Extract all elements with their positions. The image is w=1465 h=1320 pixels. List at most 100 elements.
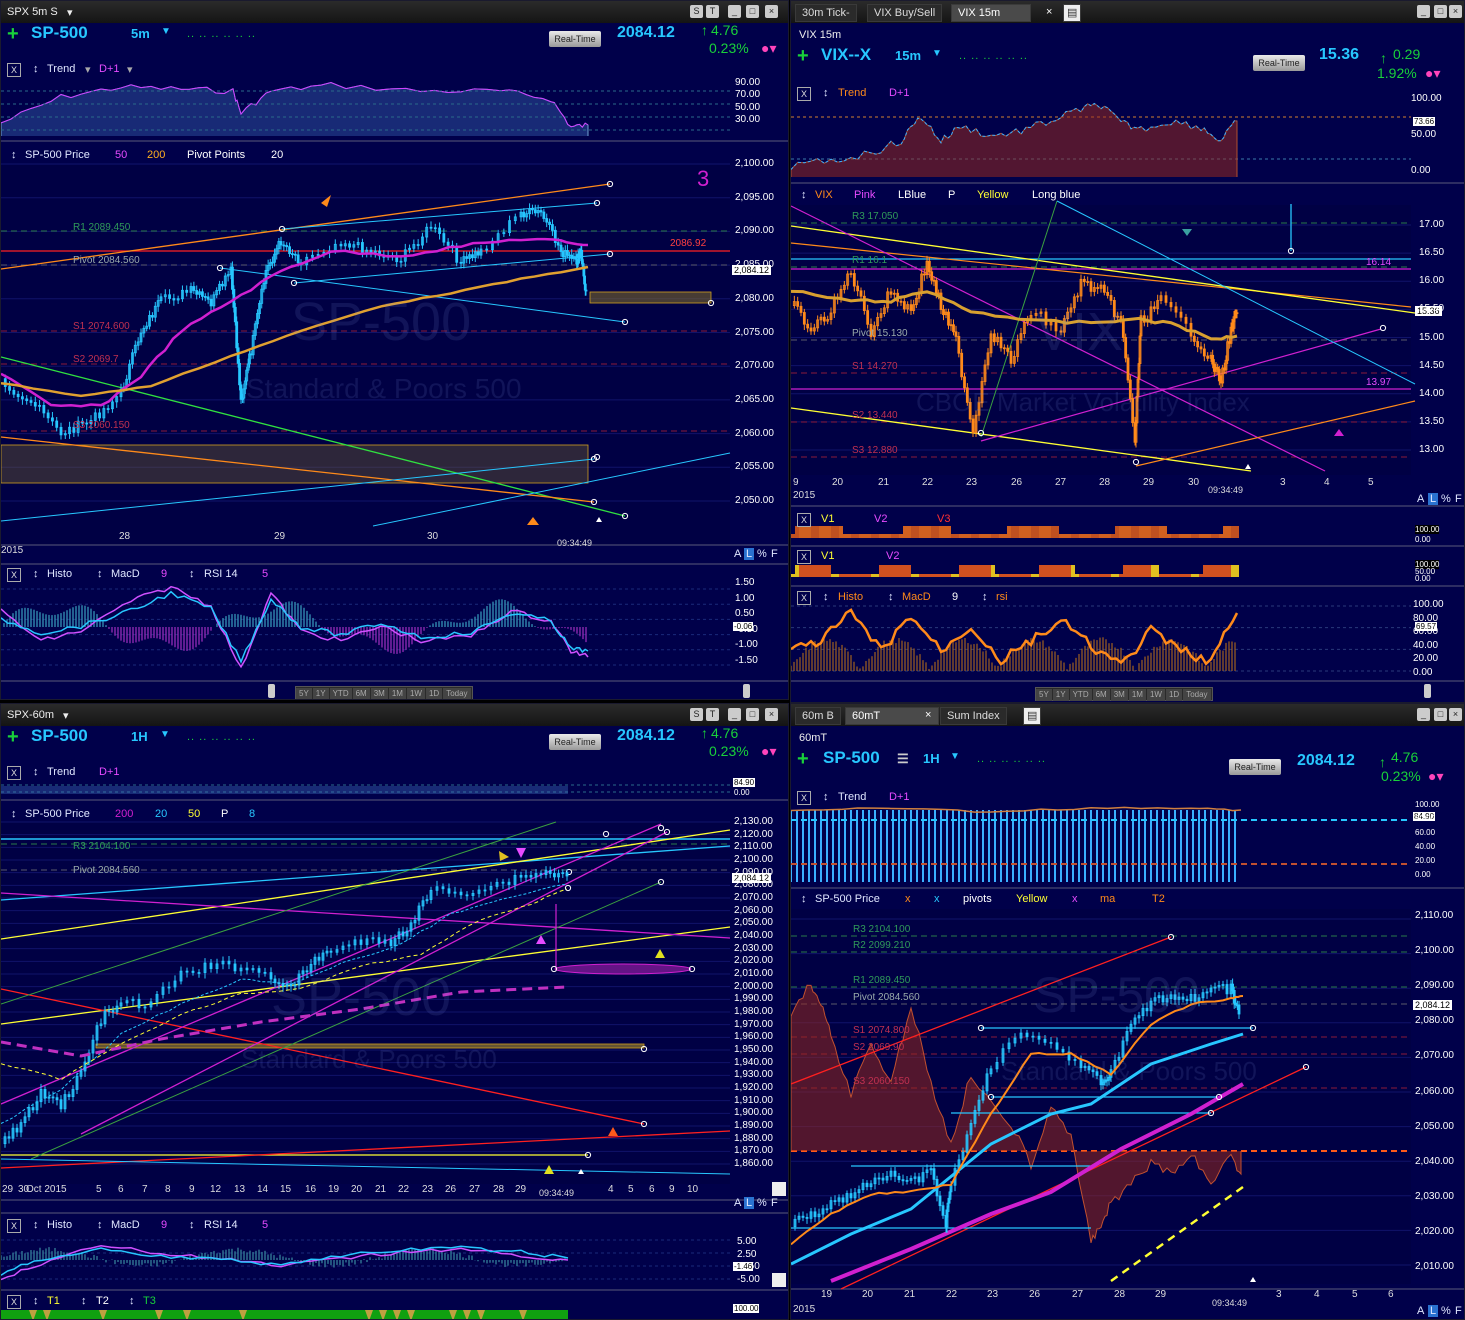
y-tick: 1,950.00 <box>734 1044 773 1055</box>
reorder-icon[interactable]: ↕ <box>81 1295 87 1307</box>
range-button[interactable]: YTD <box>329 688 352 699</box>
v2-label[interactable]: V2 <box>886 550 899 562</box>
range-button[interactable]: 1Y <box>312 688 329 699</box>
scale-log[interactable]: L <box>1428 1305 1439 1317</box>
candle <box>31 1107 35 1111</box>
range-button[interactable]: 6M <box>352 688 370 699</box>
close-panel-icon[interactable]: X <box>7 1295 21 1309</box>
range-button[interactable]: 3M <box>1110 689 1128 701</box>
scale-fit[interactable]: F <box>771 1197 778 1209</box>
candle <box>901 1179 905 1182</box>
y-tick: 1,920.00 <box>734 1082 773 1093</box>
candle <box>796 301 800 307</box>
reorder-icon[interactable]: ↕ <box>982 591 988 603</box>
range-button[interactable]: 1D <box>425 688 443 699</box>
range-selector[interactable]: 5Y 1Y YTD 6M 3M 1M 1W 1D Today <box>295 686 473 699</box>
t1-label[interactable]: T1 <box>47 1295 60 1307</box>
reorder-icon[interactable]: ↕ <box>97 568 103 580</box>
range-button[interactable]: 1D <box>1165 689 1183 701</box>
scale-fit[interactable]: F <box>771 548 778 560</box>
histo-label[interactable]: Histo <box>47 1219 72 1231</box>
t2-label[interactable]: T2 <box>96 1295 109 1307</box>
reorder-icon[interactable]: ↕ <box>97 1219 103 1231</box>
scale-log[interactable]: L <box>744 548 755 560</box>
range-button[interactable]: 3M <box>370 688 388 699</box>
y-tick: 2,080.00 <box>1415 1015 1454 1027</box>
v2-bar <box>1027 574 1031 577</box>
candle <box>957 336 961 354</box>
close-panel-icon[interactable]: X <box>7 568 21 582</box>
close-panel-icon[interactable]: X <box>797 591 811 605</box>
scale-auto[interactable]: A <box>1417 493 1424 505</box>
range-button[interactable]: 5Y <box>1036 689 1052 701</box>
t3-label[interactable]: T3 <box>143 1295 156 1307</box>
scale-percent[interactable]: % <box>757 548 767 560</box>
rsi-label[interactable]: RSI 14 <box>204 568 238 580</box>
close-panel-icon[interactable]: X <box>797 513 811 527</box>
scale-fit[interactable]: F <box>1455 1305 1462 1317</box>
range-button[interactable]: Today <box>1183 689 1211 701</box>
candle <box>485 248 489 251</box>
macd-label[interactable]: MacD <box>902 591 931 603</box>
scale-auto[interactable]: A <box>734 548 741 560</box>
v1-bar <box>983 534 987 538</box>
candle <box>556 242 560 246</box>
y-tick: 70.00 <box>735 89 761 101</box>
reorder-icon[interactable]: ↕ <box>33 1219 39 1231</box>
macd-label[interactable]: MacD <box>111 568 140 580</box>
v1-label[interactable]: V1 <box>821 513 834 525</box>
rsi-period[interactable]: 5 <box>262 1219 268 1231</box>
scale-percent[interactable]: % <box>757 1197 767 1209</box>
macd-period[interactable]: 9 <box>952 591 958 603</box>
scale-auto[interactable]: A <box>734 1197 741 1209</box>
reorder-icon[interactable]: ↕ <box>189 1219 195 1231</box>
scale-log[interactable]: L <box>1428 493 1439 505</box>
x-tick: 4 <box>1314 1289 1320 1300</box>
x-tick: 28 <box>119 531 131 542</box>
candle <box>245 967 249 971</box>
candle <box>185 970 189 973</box>
range-selector[interactable]: 5Y 1Y YTD 6M 3M 1M 1W 1D Today <box>1035 687 1213 701</box>
x-tick: 29 <box>2 1184 14 1195</box>
chart-watermark-sub: Standard & Poors 500 <box>1001 1056 1257 1086</box>
rsi-label[interactable]: rsi <box>996 591 1008 603</box>
v1-bar <box>847 534 851 538</box>
scale-log[interactable]: L <box>744 1197 755 1209</box>
range-button[interactable]: 1W <box>1146 689 1165 701</box>
y-tick: 1,970.00 <box>734 1018 773 1030</box>
reorder-icon[interactable]: ↕ <box>189 568 195 580</box>
reorder-icon[interactable]: ↕ <box>129 1295 135 1307</box>
v2-bar <box>1055 565 1059 577</box>
scale-fit[interactable]: F <box>1455 493 1462 505</box>
v2-bar <box>1019 574 1023 577</box>
scale-percent[interactable]: % <box>1441 493 1451 505</box>
range-button[interactable]: 1M <box>1128 689 1146 701</box>
macd-period[interactable]: 9 <box>161 1219 167 1231</box>
range-button[interactable]: 6M <box>1092 689 1110 701</box>
close-panel-icon[interactable]: X <box>797 550 811 564</box>
macd-period[interactable]: 9 <box>161 568 167 580</box>
reorder-icon[interactable]: ↕ <box>823 591 829 603</box>
range-button[interactable]: Today <box>443 688 471 699</box>
v2-label[interactable]: V2 <box>874 513 887 525</box>
close-panel-icon[interactable]: X <box>7 1219 21 1233</box>
range-button[interactable]: 1W <box>406 688 425 699</box>
v1-label[interactable]: V1 <box>821 550 834 562</box>
range-button[interactable]: 1M <box>388 688 406 699</box>
reorder-icon[interactable]: ↕ <box>888 591 894 603</box>
reorder-icon[interactable]: ↕ <box>33 1295 39 1307</box>
range-button[interactable]: 5Y <box>296 688 312 699</box>
histo-label[interactable]: Histo <box>47 568 72 580</box>
range-button[interactable]: 1Y <box>1052 689 1069 701</box>
scale-percent[interactable]: % <box>1441 1305 1451 1317</box>
macd-label[interactable]: MacD <box>111 1219 140 1231</box>
rsi-period[interactable]: 5 <box>262 568 268 580</box>
reorder-icon[interactable]: ↕ <box>33 568 39 580</box>
histo-label[interactable]: Histo <box>838 591 863 603</box>
scale-auto[interactable]: A <box>1417 1305 1424 1317</box>
v2-bar <box>835 574 839 577</box>
v3-label[interactable]: V3 <box>937 513 950 525</box>
rsi-label[interactable]: RSI 14 <box>204 1219 238 1231</box>
v1-bar <box>1091 534 1095 538</box>
range-button[interactable]: YTD <box>1069 689 1092 701</box>
